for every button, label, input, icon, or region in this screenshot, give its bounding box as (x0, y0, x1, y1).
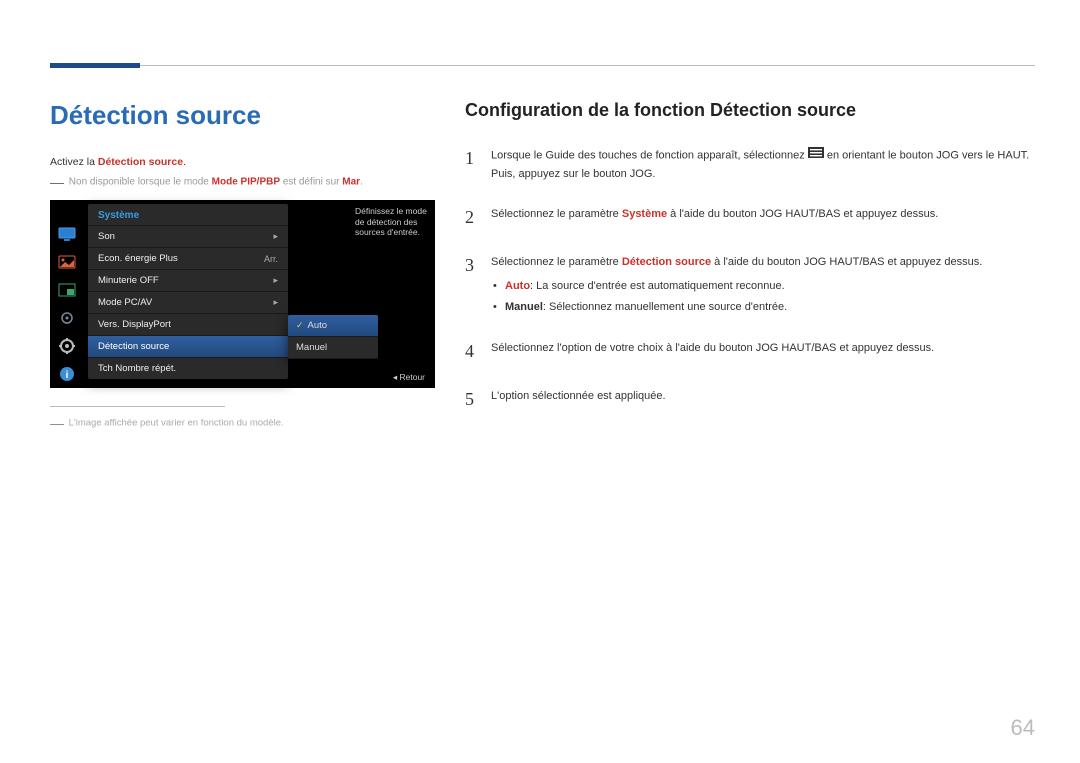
osd-row-label: Vers. DisplayPort (98, 319, 171, 330)
osd-submenu-label: Auto (308, 320, 328, 331)
left-column: Détection source Activez la Détection so… (50, 100, 435, 433)
check-icon: ✓ (296, 320, 304, 331)
note-post: . (360, 177, 363, 188)
footnote-text: L'image affichée peut varier en fonction… (69, 418, 284, 429)
osd-row-label: Econ. énergie Plus (98, 253, 178, 264)
step: 3 Sélectionnez le paramètre Détection sou… (465, 250, 1035, 317)
activez-line: Activez la Détection source. (50, 156, 435, 168)
step-text: Lorsque le Guide des touches de fonction… (491, 146, 1035, 184)
osd-sidebar: i (50, 200, 84, 388)
gear-icon (55, 334, 79, 358)
note-bold2: Mar (342, 177, 360, 188)
osd-icon (55, 306, 79, 330)
osd-row: Détection source (88, 335, 288, 357)
page-content: Détection source Activez la Détection so… (50, 100, 1035, 433)
osd-row: Mode PC/AV ▸ (88, 291, 288, 313)
page-title: Détection source (50, 100, 435, 131)
top-rule (50, 65, 1035, 66)
footnote: ― L'image affichée peut varier en foncti… (50, 415, 435, 431)
step-number: 1 (465, 143, 479, 184)
top-rule-accent (50, 63, 140, 68)
section-title: Configuration de la fonction Détection s… (465, 100, 1035, 121)
right-column: Configuration de la fonction Détection s… (465, 100, 1035, 433)
step: 1 Lorsque le Guide des touches de fonctio… (465, 143, 1035, 184)
osd-submenu-item: Manuel (288, 337, 378, 359)
step-number: 4 (465, 336, 479, 367)
image-icon (55, 250, 79, 274)
chevron-right-icon: ▸ (273, 275, 278, 286)
osd-row-label: Tch Nombre répét. (98, 363, 176, 374)
osd-submenu: ✓ Auto Manuel (288, 315, 378, 359)
note-pre: Non disponible lorsque le mode (69, 177, 212, 188)
step-number: 2 (465, 202, 479, 233)
activez-bold: Détection source (98, 156, 183, 168)
osd-screenshot: i Système Son ▸ Econ. énergie Plus Arr. Minu… (50, 200, 435, 388)
osd-row: Son ▸ (88, 225, 288, 247)
chevron-right-icon: ▸ (273, 231, 278, 242)
activez-post: . (183, 156, 186, 168)
step-body: Sélectionnez le paramètre Détection sour… (491, 250, 1035, 317)
step: 5 L'option sélectionnée est appliquée. (465, 384, 1035, 415)
osd-main-panel: Système Son ▸ Econ. énergie Plus Arr. Minute… (88, 204, 288, 379)
note-line: ― Non disponible lorsque le mode Mode PI… (50, 174, 435, 190)
pip-icon (55, 278, 79, 302)
step: 2 Sélectionnez le paramètre Système à l'a… (465, 202, 1035, 233)
step-bullets: Auto: La source d'entrée est automatique… (491, 276, 1035, 318)
activez-pre: Activez la (50, 156, 98, 168)
dash-icon: ― (50, 415, 64, 431)
svg-text:i: i (66, 370, 69, 381)
bullet-item: Manuel: Sélectionnez manuellement une so… (505, 297, 1035, 318)
osd-submenu-item: ✓ Auto (288, 315, 378, 337)
osd-row-label: Détection source (98, 341, 169, 352)
steps-list: 1 Lorsque le Guide des touches de fonctio… (465, 143, 1035, 415)
step-number: 5 (465, 384, 479, 415)
osd-panel-header: Système (88, 204, 288, 225)
osd-submenu-label: Manuel (296, 342, 327, 353)
dash-icon: ― (50, 174, 64, 190)
page-number: 64 (1011, 715, 1035, 741)
monitor-icon (55, 222, 79, 246)
step-number: 3 (465, 250, 479, 317)
osd-row-label: Mode PC/AV (98, 297, 152, 308)
osd-row: Vers. DisplayPort (88, 313, 288, 335)
osd-row-label: Minuterie OFF (98, 275, 159, 286)
osd-return-label: Retour (393, 372, 425, 383)
osd-row: Econ. énergie Plus Arr. (88, 247, 288, 269)
chevron-right-icon: ▸ (273, 297, 278, 308)
note-mid: est défini sur (280, 177, 342, 188)
step-body: Lorsque le Guide des touches de fonction… (491, 143, 1035, 184)
step-text: Sélectionnez le paramètre Détection sour… (491, 253, 1035, 272)
osd-rows: Son ▸ Econ. énergie Plus Arr. Minuterie OFF ▸… (88, 225, 288, 379)
step-text: Sélectionnez le paramètre Système à l'ai… (491, 205, 1035, 224)
osd-row-label: Son (98, 231, 115, 242)
step-body: L'option sélectionnée est appliquée. (491, 384, 1035, 415)
footnote-rule (50, 406, 225, 407)
step: 4 Sélectionnez l'option de votre choix à … (465, 336, 1035, 367)
step-text: L'option sélectionnée est appliquée. (491, 387, 1035, 406)
bullet-item: Auto: La source d'entrée est automatique… (505, 276, 1035, 297)
osd-row: Tch Nombre répét. (88, 357, 288, 379)
step-text: Sélectionnez l'option de votre choix à l… (491, 339, 1035, 358)
info-icon: i (55, 362, 79, 386)
osd-row-value: Arr. (264, 254, 278, 264)
menu-icon (808, 146, 824, 165)
osd-row: Minuterie OFF ▸ (88, 269, 288, 291)
osd-info-text: Définissez le mode de détection des sour… (355, 206, 429, 238)
note-bold: Mode PIP/PBP (212, 177, 280, 188)
step-body: Sélectionnez l'option de votre choix à l… (491, 336, 1035, 367)
step-body: Sélectionnez le paramètre Système à l'ai… (491, 202, 1035, 233)
